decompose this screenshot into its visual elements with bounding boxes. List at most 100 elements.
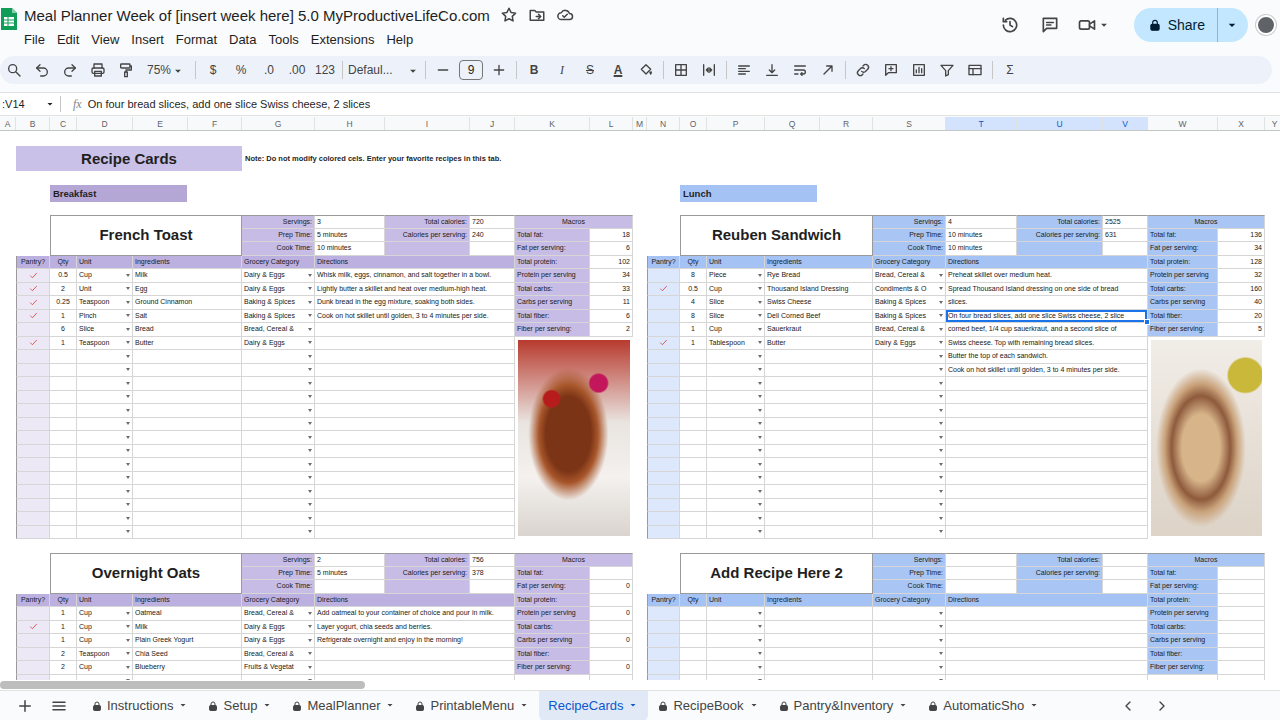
qty-cell[interactable]: 0.5 (680, 283, 707, 297)
dropdown-icon[interactable] (939, 287, 943, 290)
pantry-cell[interactable] (16, 269, 50, 283)
macro-value[interactable]: 0 (590, 661, 633, 675)
dropdown-icon[interactable] (126, 463, 130, 466)
dropdown-icon[interactable] (126, 652, 130, 655)
dropdown-icon[interactable] (939, 314, 943, 317)
category-cell[interactable]: Condiments & O (873, 283, 946, 297)
menu-icon[interactable] (50, 697, 68, 715)
category-cell[interactable] (873, 364, 946, 378)
calories-value[interactable]: 631 (1103, 229, 1148, 243)
ingredient-cell[interactable]: Egg (133, 283, 242, 297)
dropdown-icon[interactable] (758, 422, 762, 425)
dropdown-icon[interactable] (126, 382, 130, 385)
category-cell[interactable]: Fruits & Vegetat (242, 661, 315, 675)
pantry-cell[interactable] (16, 296, 50, 310)
insert-link-button[interactable] (849, 58, 877, 82)
column-header[interactable]: O (680, 117, 707, 131)
info-value[interactable]: 5 minutes (315, 229, 385, 243)
empty-cell[interactable] (647, 553, 680, 567)
ingredient-cell[interactable] (133, 512, 242, 526)
dropdown-icon[interactable] (126, 625, 130, 628)
macro-value[interactable]: 6 (590, 242, 633, 256)
pantry-cell[interactable] (647, 621, 680, 635)
ingredient-cell[interactable] (765, 404, 873, 418)
direction-cell[interactable]: Cook on hot skillet until golden, 3 to 4… (946, 364, 1148, 378)
dropdown-icon[interactable] (308, 679, 312, 680)
column-header[interactable]: E (133, 117, 188, 131)
direction-cell[interactable]: corned beef, 1/4 cup sauerkraut, and a s… (946, 323, 1148, 337)
pantry-cell[interactable] (16, 418, 50, 432)
insert-chart-button[interactable] (905, 58, 933, 82)
direction-cell[interactable] (315, 350, 515, 364)
direction-cell[interactable] (315, 485, 515, 499)
pantry-cell[interactable] (16, 648, 50, 662)
cell[interactable] (1148, 675, 1218, 681)
category-cell[interactable] (873, 526, 946, 540)
macro-value[interactable] (590, 567, 633, 581)
pantry-cell[interactable] (16, 377, 50, 391)
column-heading[interactable]: Unit (707, 594, 765, 608)
category-cell[interactable] (242, 431, 315, 445)
qty-cell[interactable] (50, 350, 77, 364)
empty-cell[interactable] (16, 553, 50, 567)
dropdown-icon[interactable] (126, 368, 130, 371)
document-title[interactable]: Meal Planner Week of [insert week here] … (24, 7, 490, 24)
direction-cell[interactable] (946, 675, 1148, 681)
unit-cell[interactable] (707, 472, 765, 486)
dropdown-icon[interactable] (1097, 18, 1111, 32)
unit-cell[interactable] (77, 377, 133, 391)
calories-value[interactable] (1103, 553, 1148, 567)
dropdown-icon[interactable] (126, 355, 130, 358)
dropdown-icon[interactable] (308, 422, 312, 425)
category-cell[interactable] (873, 634, 946, 648)
direction-cell[interactable]: Whisk milk, eggs, cinnamon, and salt tog… (315, 269, 515, 283)
text-color-button[interactable]: A (604, 58, 632, 82)
cell[interactable] (385, 242, 470, 256)
sheet-tab[interactable]: Instructions (82, 691, 198, 720)
unit-cell[interactable] (707, 377, 765, 391)
unit-cell[interactable] (707, 512, 765, 526)
calories-label[interactable]: Calories per serving: (385, 567, 470, 581)
ingredient-cell[interactable]: Rye Bread (765, 269, 873, 283)
ingredient-cell[interactable]: Chia Seed (133, 648, 242, 662)
pantry-cell[interactable] (16, 499, 50, 513)
column-heading[interactable]: Grocery Category (242, 594, 315, 608)
pantry-cell[interactable] (16, 472, 50, 486)
column-heading[interactable]: Ingredients (133, 594, 242, 608)
horizontal-align-button[interactable] (730, 58, 758, 82)
filter-icon[interactable] (939, 62, 955, 78)
pantry-cell[interactable] (16, 485, 50, 499)
unit-cell[interactable]: Cup (707, 283, 765, 297)
pantry-cell[interactable] (647, 458, 680, 472)
unit-cell[interactable] (77, 418, 133, 432)
recipe-title[interactable]: Overnight Oats (50, 553, 242, 594)
direction-cell[interactable] (946, 377, 1148, 391)
sheet-tab[interactable]: AutomaticSho (918, 691, 1049, 720)
direction-cell[interactable]: Dunk bread in the egg mixture, soaking b… (315, 296, 515, 310)
unit-cell[interactable] (707, 661, 765, 675)
unit-cell[interactable] (707, 364, 765, 378)
pantry-cell[interactable] (647, 634, 680, 648)
move-icon[interactable] (528, 6, 546, 24)
unit-cell[interactable]: Cup (77, 621, 133, 635)
ingredient-cell[interactable] (133, 350, 242, 364)
direction-cell[interactable] (315, 661, 515, 675)
dropdown-icon[interactable] (308, 517, 312, 520)
dropdown-icon[interactable] (897, 699, 911, 713)
dropdown-icon[interactable] (308, 409, 312, 412)
ingredient-cell[interactable] (765, 391, 873, 405)
unit-cell[interactable]: Slice (707, 296, 765, 310)
unit-cell[interactable]: Tablespoon (707, 337, 765, 351)
direction-cell[interactable] (946, 485, 1148, 499)
dropdown-icon[interactable] (126, 490, 130, 493)
dropdown-icon[interactable] (126, 666, 130, 669)
qty-cell[interactable] (680, 350, 707, 364)
unit-cell[interactable]: Teaspoon (77, 648, 133, 662)
dropdown-icon[interactable] (384, 699, 398, 713)
dropdown-icon[interactable] (44, 98, 56, 110)
pantry-cell[interactable] (16, 634, 50, 648)
direction-cell[interactable] (946, 391, 1148, 405)
dropdown-icon[interactable] (748, 699, 762, 713)
pantry-cell[interactable] (647, 310, 680, 324)
cell[interactable] (1017, 580, 1103, 594)
